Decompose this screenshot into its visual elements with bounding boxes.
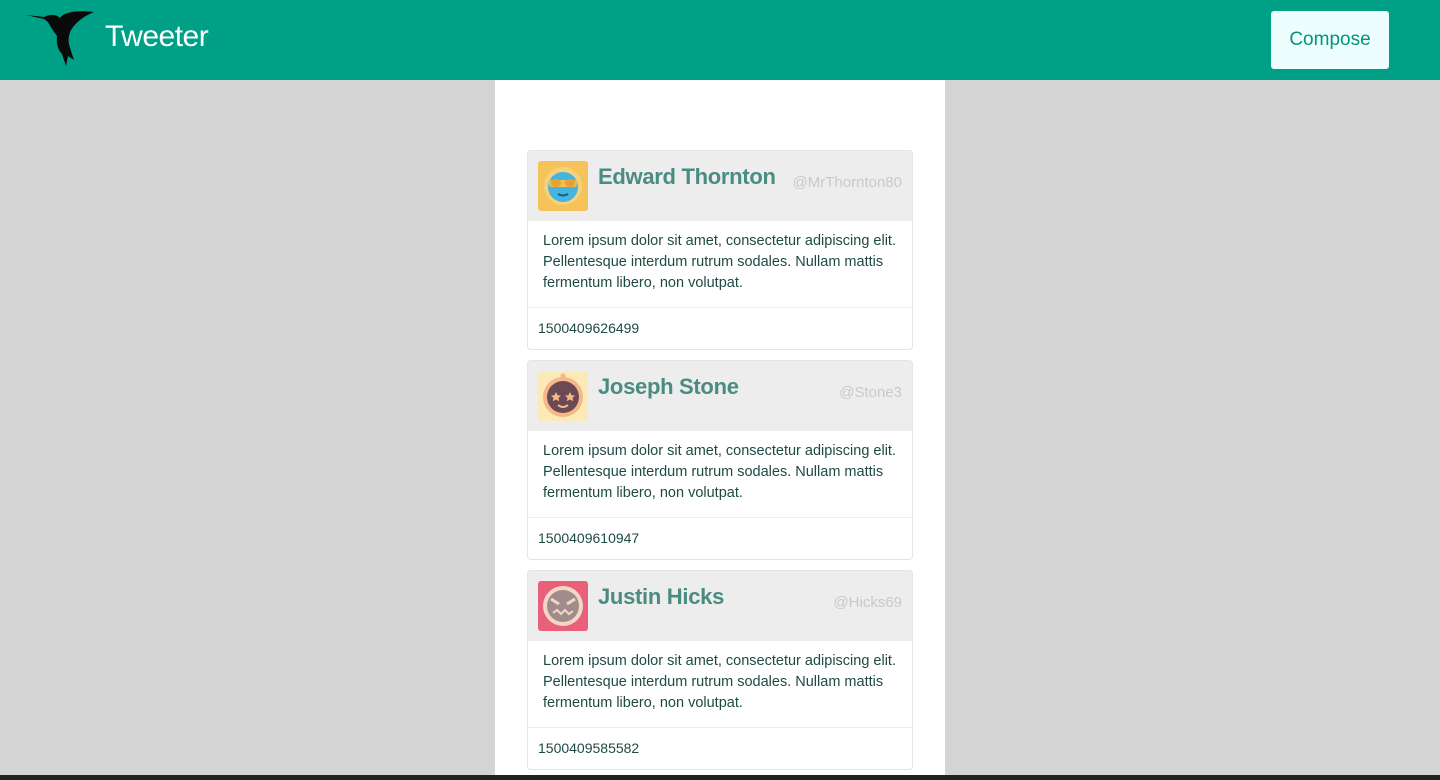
tweet-header: Edward Thornton @MrThornton80 <box>528 151 912 221</box>
tweet-card: Edward Thornton @MrThornton80 Lorem ipsu… <box>527 150 913 350</box>
brand-title[interactable]: Tweeter <box>105 20 209 54</box>
tweet-text: Lorem ipsum dolor sit amet, consectetur … <box>528 221 912 308</box>
tweet-text: Lorem ipsum dolor sit amet, consectetur … <box>528 641 912 728</box>
tweet-text: Lorem ipsum dolor sit amet, consectetur … <box>528 431 912 518</box>
tweet-header: Justin Hicks @Hicks69 <box>528 571 912 641</box>
window-bottom-edge <box>0 775 1440 780</box>
tweet-author-name: Justin Hicks <box>598 584 725 609</box>
compose-button[interactable]: Compose <box>1271 11 1389 69</box>
tweet-timestamp: 1500409610947 <box>538 530 640 546</box>
hummingbird-logo-icon <box>24 8 96 68</box>
tweet-feed: Edward Thornton @MrThornton80 Lorem ipsu… <box>495 80 945 780</box>
tweet-timestamp: 1500409585582 <box>538 740 640 756</box>
tweet-timestamp: 1500409626499 <box>538 320 640 336</box>
tweet-author-name: Joseph Stone <box>598 374 739 399</box>
sunglasses-face-icon <box>538 161 588 211</box>
star-eyes-face-icon <box>538 371 588 421</box>
tweet-header: Joseph Stone @Stone3 <box>528 361 912 431</box>
angry-face-icon <box>538 581 588 631</box>
tweet-card: Joseph Stone @Stone3 Lorem ipsum dolor s… <box>527 360 913 560</box>
tweet-author-handle: @Stone3 <box>839 384 902 401</box>
top-navbar: Tweeter Compose <box>0 0 1440 80</box>
tweet-author-handle: @Hicks69 <box>833 594 902 611</box>
tweet-card: Justin Hicks @Hicks69 Lorem ipsum dolor … <box>527 570 913 770</box>
tweet-author-handle: @MrThornton80 <box>792 174 902 191</box>
tweet-author-name: Edward Thornton <box>598 164 776 189</box>
